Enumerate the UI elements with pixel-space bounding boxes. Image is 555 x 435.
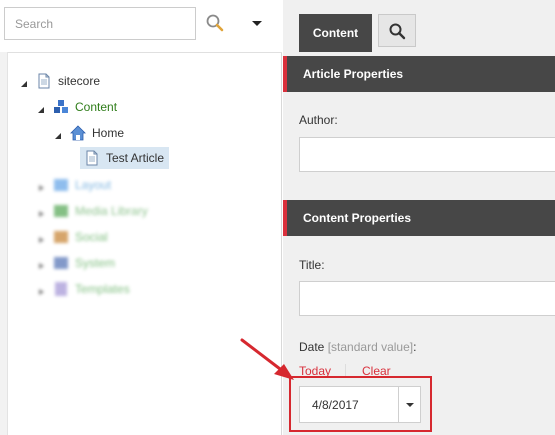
tree-node-label: System [75,256,116,270]
media-icon [53,203,69,219]
collapsed-toggle-icon[interactable] [37,285,45,295]
tree-node-label: Content [75,100,118,114]
tree-node-label: Test Article [106,151,165,165]
search-bar [0,0,282,53]
collapsed-toggle-icon[interactable] [37,207,45,217]
expand-toggle-icon[interactable] [54,129,62,139]
tree-node-label: Layout [75,178,112,192]
tree-node-home[interactable]: Home [54,122,124,144]
document-icon [84,150,100,166]
tree-node-templates[interactable]: Templates [37,278,130,300]
section-content-properties[interactable]: Content Properties [283,200,555,236]
tree-node-label: Templates [75,282,130,296]
date-label-colon: : [413,340,417,354]
date-label-text: Date [299,340,325,354]
expand-toggle-icon[interactable] [37,103,45,113]
author-field[interactable] [299,137,555,172]
author-label: Author: [299,113,338,127]
tree-node-system[interactable]: System [37,252,115,274]
system-icon [53,255,69,271]
layout-icon [53,177,69,193]
collapsed-toggle-icon[interactable] [37,233,45,243]
title-field[interactable] [299,281,555,316]
date-label: Date [standard value]: [299,340,416,354]
editor-tabs: Content [283,0,555,52]
tree-node-sitecore[interactable]: sitecore [20,70,100,92]
collapsed-toggle-icon[interactable] [37,259,45,269]
home-icon [70,125,86,141]
expand-toggle-icon[interactable] [20,77,28,87]
search-icon [389,23,406,39]
tab-content[interactable]: Content [299,14,372,52]
title-label: Title: [299,258,325,272]
content-editor-pane: Content Article Properties Author: Conte… [283,0,555,435]
search-input[interactable] [4,7,196,40]
search-icon[interactable] [204,12,226,34]
section-title: Article Properties [303,67,404,81]
tree-gutter [0,52,8,435]
search-dropdown-icon[interactable] [248,14,266,32]
section-article-properties[interactable]: Article Properties [283,56,555,92]
tree-node-media-library[interactable]: Media Library [37,200,148,222]
tree-node-label: Social [75,230,108,244]
section-title: Content Properties [303,211,412,225]
annotation-highlight-box [289,376,432,432]
content-cubes-icon [53,99,69,115]
document-icon [36,73,52,89]
collapsed-toggle-icon[interactable] [37,181,45,191]
standard-value-note: [standard value] [327,340,414,354]
tree-node-label: sitecore [58,74,101,88]
social-icon [53,229,69,245]
tree-node-social[interactable]: Social [37,226,108,248]
templates-icon [53,281,69,297]
tree-node-test-article[interactable]: Test Article [80,147,170,169]
tree-node-content[interactable]: Content [37,96,117,118]
annotation-arrow-icon [236,334,300,386]
tree-node-layout[interactable]: Layout [37,174,111,196]
tree-node-label: Media Library [75,204,148,218]
tab-search[interactable] [378,14,416,47]
tree-node-label: Home [92,126,125,140]
